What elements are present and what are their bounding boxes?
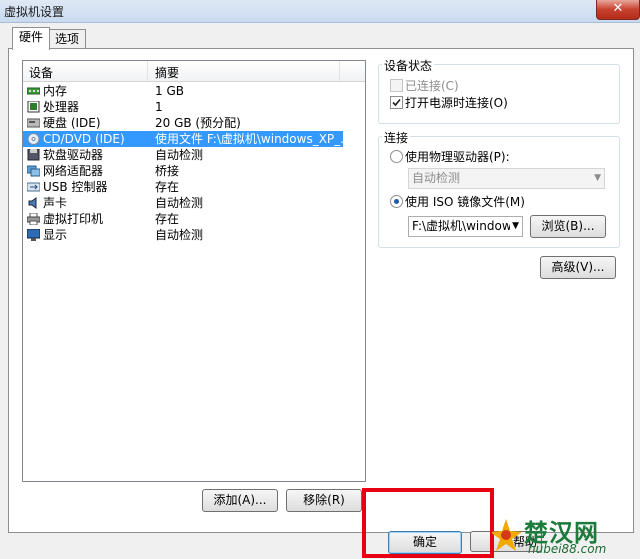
- iso-label: 使用 ISO 镜像文件(M): [405, 195, 525, 209]
- tab-options-label: 选项: [55, 32, 80, 46]
- printer-icon: [27, 213, 40, 225]
- device-name: CD/DVD (IDE): [43, 132, 125, 146]
- browse-button[interactable]: 浏览(B)...: [530, 215, 606, 238]
- device-name: 显示: [43, 228, 68, 242]
- list-item[interactable]: 显示 自动检测: [23, 227, 343, 243]
- device-summary: 自动检测: [155, 148, 204, 162]
- device-list[interactable]: 设备 摘要 内存 1 GB 处理器 1 硬盘 (IDE) 20 GB (预分配)…: [22, 60, 366, 482]
- window-title: 虚拟机设置: [4, 5, 65, 19]
- connected-label: 已连接(C): [405, 79, 459, 93]
- cd-icon: [27, 133, 40, 145]
- device-summary: 存在: [155, 180, 180, 194]
- tab-hardware[interactable]: 硬件: [12, 27, 51, 50]
- device-name: 处理器: [43, 100, 80, 114]
- close-icon: ✕: [612, 1, 624, 16]
- list-item[interactable]: 声卡 自动检测: [23, 195, 343, 211]
- connect-on-power-label: 打开电源时连接(O): [405, 96, 508, 110]
- iso-radio[interactable]: [390, 195, 403, 208]
- list-item[interactable]: 硬盘 (IDE) 20 GB (预分配): [23, 115, 343, 131]
- list-item[interactable]: 虚拟打印机 存在: [23, 211, 343, 227]
- device-name: 软盘驱动器: [43, 148, 104, 162]
- physical-drive-label: 使用物理驱动器(P):: [405, 150, 510, 164]
- device-name: 内存: [43, 84, 68, 98]
- physical-drive-value: 自动检测: [412, 171, 461, 185]
- column-device[interactable]: 设备: [29, 64, 53, 81]
- device-summary: 1: [155, 100, 163, 114]
- floppy-icon: [27, 149, 40, 161]
- device-summary: 20 GB (预分配): [155, 116, 241, 130]
- usb-icon: [27, 182, 40, 192]
- highlight-box: [362, 488, 494, 558]
- tab-options[interactable]: 选项: [48, 29, 87, 49]
- network-icon: [27, 165, 40, 177]
- column-summary[interactable]: 摘要: [155, 64, 179, 81]
- display-icon: [27, 229, 40, 241]
- add-button[interactable]: 添加(A)...: [202, 489, 278, 512]
- device-summary: 自动检测: [155, 228, 204, 242]
- checkmark-icon: [392, 98, 401, 107]
- iso-path-select[interactable]: F:\虚拟机\windows ▼: [408, 216, 523, 237]
- cpu-icon: [27, 101, 40, 113]
- connected-checkbox[interactable]: [390, 79, 403, 92]
- device-summary: 使用文件 F:\虚拟机\windows_XP_...: [155, 132, 352, 146]
- sound-icon: [28, 197, 37, 209]
- tab-hardware-label: 硬件: [19, 30, 44, 44]
- device-name: 硬盘 (IDE): [43, 116, 101, 130]
- device-name: 声卡: [43, 196, 68, 210]
- device-summary: 存在: [155, 212, 180, 226]
- close-button[interactable]: ✕: [596, 0, 640, 20]
- device-name: USB 控制器: [43, 180, 108, 194]
- harddisk-icon: [27, 118, 40, 128]
- connection-title: 连接: [382, 129, 411, 146]
- connect-on-power-checkbox[interactable]: [390, 96, 403, 109]
- watermark-url: hubei88.com: [528, 542, 607, 556]
- device-name: 虚拟打印机: [43, 212, 104, 226]
- device-name: 网络适配器: [43, 164, 104, 178]
- advanced-button[interactable]: 高级(V)...: [540, 256, 616, 279]
- list-item[interactable]: USB 控制器 存在: [23, 179, 343, 195]
- list-header: 设备 摘要: [23, 61, 365, 82]
- list-item-selected[interactable]: CD/DVD (IDE) 使用文件 F:\虚拟机\windows_XP_...: [23, 131, 352, 147]
- iso-path-value: F:\虚拟机\windows: [412, 219, 518, 233]
- device-summary: 自动检测: [155, 196, 204, 210]
- list-item[interactable]: 软盘驱动器 自动检测: [23, 147, 343, 163]
- chevron-down-icon: ▼: [594, 173, 601, 183]
- device-summary: 桥接: [155, 164, 180, 178]
- physical-drive-radio[interactable]: [390, 150, 403, 163]
- device-summary: 1 GB: [155, 84, 184, 98]
- title-bar: 虚拟机设置 ✕: [0, 0, 640, 23]
- list-item[interactable]: 内存 1 GB: [23, 83, 343, 99]
- memory-icon: [27, 87, 40, 95]
- list-item[interactable]: 网络适配器 桥接: [23, 163, 343, 179]
- list-item[interactable]: 处理器 1: [23, 99, 343, 115]
- remove-button[interactable]: 移除(R): [286, 489, 362, 512]
- device-status-title: 设备状态: [382, 57, 435, 74]
- chevron-down-icon: ▼: [510, 217, 519, 235]
- physical-drive-select[interactable]: 自动检测 ▼: [408, 168, 605, 189]
